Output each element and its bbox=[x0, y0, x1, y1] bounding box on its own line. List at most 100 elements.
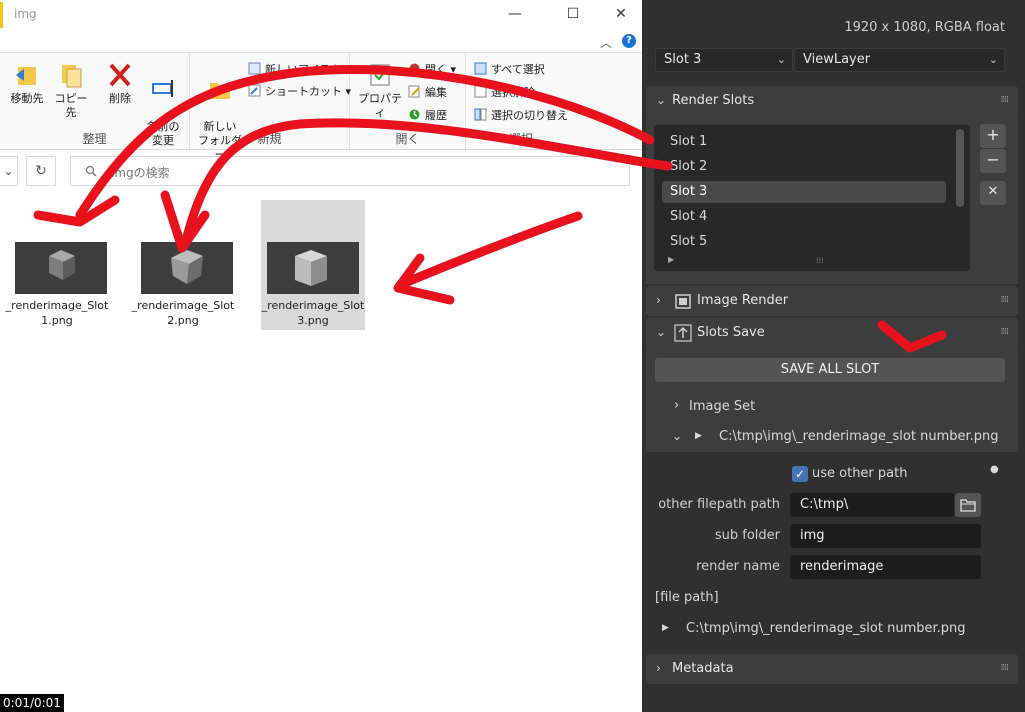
refresh-icon[interactable]: ↻ bbox=[26, 156, 56, 186]
render-name-label: render name bbox=[696, 559, 780, 574]
file-thumbnail bbox=[141, 242, 233, 294]
image-resolution: 1920 x 1080, RGBA float bbox=[844, 20, 1005, 35]
image-render-icon bbox=[675, 294, 691, 309]
list-scrollbar[interactable] bbox=[956, 129, 964, 207]
edit-button[interactable]: 編集 bbox=[408, 84, 447, 100]
slots-save-title: Slots Save bbox=[697, 325, 765, 340]
viewlayer-dropdown[interactable]: ViewLayer ⌄ bbox=[794, 48, 1005, 72]
history-button[interactable]: 履歴 bbox=[408, 107, 447, 123]
play-icon[interactable]: ▶ bbox=[662, 623, 669, 633]
collapse-arrow-icon: ⌄ bbox=[656, 93, 667, 107]
other-filepath-field[interactable]: C:\tmp\ bbox=[790, 493, 954, 517]
recent-locations-icon[interactable]: ⌄ bbox=[0, 156, 18, 186]
render-slots-title: Render Slots bbox=[672, 93, 755, 108]
select-none-label: 選択解除 bbox=[491, 86, 535, 99]
shortcut-label: ショートカット ▾ bbox=[265, 85, 352, 98]
delete-label: 削除 bbox=[109, 92, 131, 105]
render-slot-list: Slot 1 Slot 2 Slot 3 Slot 4 Slot 5 ▶ ⁞⁞⁞ bbox=[654, 125, 970, 271]
invert-selection-button[interactable]: 選択の切り替え bbox=[474, 107, 568, 123]
move-to-icon bbox=[16, 67, 36, 85]
select-none-button[interactable]: 選択解除 bbox=[474, 84, 535, 100]
search-box[interactable]: imgの検索 bbox=[70, 156, 630, 186]
save-all-slot-button[interactable]: SAVE ALL SLOT bbox=[655, 358, 1005, 382]
play-icon[interactable]: ▶ bbox=[695, 431, 702, 441]
file-thumbnail bbox=[267, 242, 359, 294]
list-filter-arrow-icon[interactable]: ▶ bbox=[668, 255, 674, 264]
history-label: 履歴 bbox=[425, 109, 447, 122]
delete-icon bbox=[109, 63, 131, 87]
expand-arrow-icon: › bbox=[656, 661, 661, 675]
add-slot-button[interactable]: + bbox=[980, 124, 1006, 148]
search-placeholder: imgの検索 bbox=[111, 166, 170, 180]
metadata-header[interactable]: › Metadata ⁞⁞⁞⁞ bbox=[646, 654, 1018, 684]
shortcut-icon bbox=[248, 84, 261, 97]
file-name: _renderimage_Slot 2.png bbox=[131, 299, 235, 327]
image-set-label[interactable]: Image Set bbox=[689, 399, 755, 414]
clear-slot-button[interactable]: ✕ bbox=[980, 181, 1006, 205]
file-explorer-window: img — ☐ ✕ ︿ ? 移動先 コピー先 削除 名前の 変更 整理 新しい … bbox=[0, 0, 642, 712]
properties-button[interactable]: プロパティ bbox=[354, 61, 406, 120]
new-group-label: 新規 bbox=[257, 132, 282, 146]
drag-grip-icon[interactable]: ⁞⁞⁞⁞ bbox=[1001, 327, 1010, 337]
ribbon-collapse-icon[interactable]: ︿ bbox=[600, 34, 612, 51]
drag-grip-icon[interactable]: ⁞⁞⁞⁞ bbox=[1001, 295, 1010, 305]
copy-to-button[interactable]: コピー先 bbox=[50, 61, 92, 120]
chevron-down-icon[interactable]: ⌄ bbox=[672, 429, 682, 443]
select-all-label: すべて選択 bbox=[491, 63, 545, 76]
open-group-label: 開く bbox=[395, 132, 420, 146]
maximize-button[interactable]: ☐ bbox=[558, 2, 588, 26]
render-name-field[interactable]: renderimage bbox=[790, 555, 981, 579]
file-item-slot3[interactable]: _renderimage_Slot 3.png bbox=[261, 200, 365, 330]
properties-label: プロパティ bbox=[358, 92, 402, 119]
list-item-slot4[interactable]: Slot 4 bbox=[662, 206, 946, 228]
chevron-right-icon[interactable]: › bbox=[674, 398, 679, 413]
list-item-slot1[interactable]: Slot 1 bbox=[662, 131, 946, 153]
list-resize-grip-icon[interactable]: ⁞⁞⁞ bbox=[816, 256, 824, 265]
invert-selection-icon bbox=[474, 108, 487, 121]
list-item-slot5[interactable]: Slot 5 bbox=[662, 231, 946, 253]
select-all-button[interactable]: すべて選択 bbox=[474, 61, 545, 77]
sub-folder-field[interactable]: img bbox=[790, 524, 981, 548]
close-button[interactable]: ✕ bbox=[606, 2, 636, 26]
help-icon[interactable]: ? bbox=[622, 34, 636, 48]
file-thumbnail bbox=[15, 242, 107, 294]
drag-grip-icon[interactable]: ⁞⁞⁞⁞ bbox=[1001, 95, 1010, 105]
folder-browse-button[interactable] bbox=[955, 493, 981, 517]
image-render-header[interactable]: › Image Render ⁞⁞⁞⁞ bbox=[646, 286, 1018, 316]
blender-properties-panel: 1920 x 1080, RGBA float Slot 3 ⌄ ViewLay… bbox=[642, 0, 1025, 712]
folder-icon bbox=[960, 499, 976, 512]
new-folder-icon bbox=[210, 83, 230, 99]
open-icon bbox=[409, 63, 420, 74]
render-slots-header[interactable]: ⌄ Render Slots ⁞⁞⁞⁞ bbox=[646, 86, 1018, 116]
list-item-slot3[interactable]: Slot 3 bbox=[662, 181, 946, 203]
chevron-down-icon: ⌄ bbox=[988, 53, 998, 66]
copy-to-label: コピー先 bbox=[54, 92, 88, 119]
list-item-slot2[interactable]: Slot 2 bbox=[662, 156, 946, 178]
shortcut-button[interactable]: ショートカット ▾ bbox=[248, 83, 351, 99]
file-item-slot1[interactable]: _renderimage_Slot 1.png bbox=[5, 200, 109, 330]
ribbon-group-new: 新しい フォルダー 新しいアイテム ▾ ショートカット ▾ 新規 bbox=[190, 53, 351, 161]
viewlayer-dropdown-value: ViewLayer bbox=[803, 52, 871, 67]
remove-slot-button[interactable]: − bbox=[980, 149, 1006, 173]
use-other-path-checkbox[interactable]: ✓ bbox=[792, 466, 808, 482]
select-none-icon bbox=[474, 85, 487, 98]
file-item-slot2[interactable]: _renderimage_Slot 2.png bbox=[131, 200, 235, 330]
file-path-heading: [file path] bbox=[655, 590, 719, 605]
cube-thumbnail-icon bbox=[171, 250, 203, 284]
invert-selection-label: 選択の切り替え bbox=[491, 109, 568, 122]
drag-grip-icon[interactable]: ⁞⁞⁞⁞ bbox=[1001, 663, 1010, 673]
ribbon: 移動先 コピー先 削除 名前の 変更 整理 新しい フォルダー 新しいアイテム … bbox=[0, 52, 642, 161]
history-icon bbox=[409, 109, 420, 120]
open-button[interactable]: 開く ▾ bbox=[408, 61, 456, 77]
file-name: _renderimage_Slot 3.png bbox=[261, 299, 365, 327]
minimize-button[interactable]: — bbox=[500, 2, 530, 26]
new-item-icon bbox=[248, 62, 261, 75]
delete-button[interactable]: 削除 bbox=[100, 61, 140, 106]
window-title: img bbox=[14, 7, 37, 21]
move-to-button[interactable]: 移動先 bbox=[6, 61, 48, 106]
path-preview: C:\tmp\img\_renderimage_slot number.png bbox=[719, 429, 999, 444]
new-item-button[interactable]: 新しいアイテム ▾ bbox=[248, 61, 350, 77]
slots-save-header[interactable]: ⌄ Slots Save ⁞⁞⁞⁞ bbox=[646, 318, 1018, 348]
slot-dropdown[interactable]: Slot 3 ⌄ bbox=[655, 48, 793, 72]
other-filepath-label: other filepath path bbox=[658, 497, 780, 512]
